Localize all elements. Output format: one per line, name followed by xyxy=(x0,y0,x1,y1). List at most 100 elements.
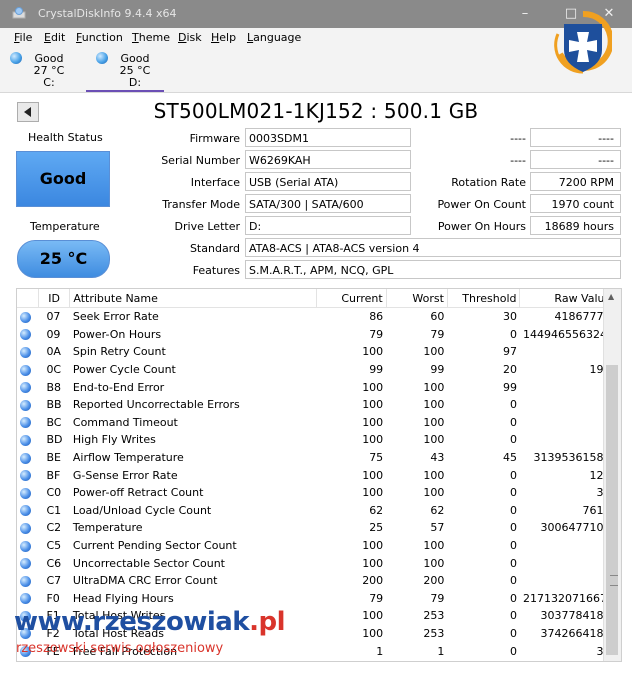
health-dot-icon xyxy=(96,52,108,64)
attribute-id: B8 xyxy=(46,380,61,394)
scroll-up-icon[interactable]: ▲ xyxy=(608,292,614,301)
worst-value: 79 xyxy=(430,327,445,341)
threshold-value: 0 xyxy=(509,398,517,412)
current-value: 25 xyxy=(369,521,384,535)
row-status-cell xyxy=(17,414,38,432)
threshold-value: 0 xyxy=(509,486,517,500)
table-row[interactable]: B8End-to-End Error100100990 xyxy=(17,378,621,396)
worst-value: 1 xyxy=(437,644,445,658)
menu-file[interactable]: File xyxy=(14,31,32,44)
temperature-badge[interactable]: 25 °C xyxy=(17,240,110,278)
row-status-cell xyxy=(17,466,38,484)
current-column-header[interactable]: Current xyxy=(316,289,387,308)
threshold-value: 0 xyxy=(509,574,517,588)
worst-value: 100 xyxy=(423,468,445,482)
worst-value: 253 xyxy=(423,609,445,623)
firmware-label: Firmware xyxy=(189,132,240,145)
threshold-value: 0 xyxy=(509,609,517,623)
table-row[interactable]: C7UltraDMA CRC Error Count20020000 xyxy=(17,572,621,590)
threshold-value: 0 xyxy=(509,415,517,429)
threshold-value: 99 xyxy=(502,380,517,394)
worst-value: 100 xyxy=(423,556,445,570)
status-dot-icon xyxy=(20,505,31,517)
current-value: 100 xyxy=(362,609,384,623)
table-row[interactable]: 0CPower Cycle Count9999201970 xyxy=(17,361,621,379)
worst-value: 100 xyxy=(423,380,445,394)
power-on-count-value: 1970 count xyxy=(530,194,621,213)
threshold-value: 0 xyxy=(509,521,517,535)
drive-tab-c[interactable]: Good 27 °C C: xyxy=(0,50,78,90)
status-dot-icon xyxy=(20,593,31,605)
status-dot-icon xyxy=(20,558,31,570)
smart-attribute-table[interactable]: ID Attribute Name Current Worst Threshol… xyxy=(16,288,622,662)
menu-function[interactable]: Function xyxy=(76,31,123,44)
worst-column-header[interactable]: Worst xyxy=(386,289,448,308)
standard-label: Standard xyxy=(189,242,240,255)
table-row[interactable]: C2 Temperature 25 57 0 30064771097 xyxy=(17,519,621,537)
features-value: S.M.A.R.T., APM, NCQ, GPL xyxy=(245,260,621,279)
worst-value: 100 xyxy=(423,433,445,447)
table-row[interactable]: BCCommand Timeout10010000 xyxy=(17,414,621,432)
attribute-id: 09 xyxy=(46,327,61,341)
current-value: 100 xyxy=(362,415,384,429)
attribute-id: BC xyxy=(46,415,62,429)
table-row[interactable]: C6Uncorrectable Sector Count10010000 xyxy=(17,554,621,572)
table-row[interactable]: 07 Seek Error Rate 86 60 30 418677728 xyxy=(17,308,621,326)
table-row[interactable]: C1 Load/Unload Cycle Count 62 62 0 76132 xyxy=(17,502,621,520)
health-status-badge[interactable]: Good xyxy=(16,151,110,207)
arrow-left-icon xyxy=(24,107,31,117)
previous-disk-button[interactable] xyxy=(17,102,39,122)
worst-value: 100 xyxy=(423,398,445,412)
attribute-id: C2 xyxy=(46,521,62,535)
menu-theme[interactable]: Theme xyxy=(132,31,170,44)
table-row[interactable]: BBReported Uncorrectable Errors10010000 xyxy=(17,396,621,414)
attribute-name: Seek Error Rate xyxy=(72,310,159,324)
table-row[interactable]: BE Airflow Temperature 75 43 45 313953615897 xyxy=(17,449,621,467)
attribute-name-column-header[interactable]: Attribute Name xyxy=(69,289,318,308)
threshold-value: 0 xyxy=(509,503,517,517)
menu-language[interactable]: Language xyxy=(247,31,301,44)
table-row[interactable]: C5Current Pending Sector Count10010000 xyxy=(17,537,621,555)
threshold-column-header[interactable]: Threshold xyxy=(447,289,521,308)
reserved-value-1: ---- xyxy=(530,128,621,147)
standard-value: ATA8-ACS | ATA8-ACS version 4 xyxy=(245,238,621,257)
interface-label: Interface xyxy=(190,176,240,189)
minimize-button[interactable]: – xyxy=(510,4,540,24)
attribute-name: Head Flying Hours xyxy=(72,591,174,605)
worst-value: 60 xyxy=(430,310,445,324)
reserved-label-2: ---- xyxy=(510,154,526,167)
table-scrollbar[interactable]: ▲ xyxy=(603,289,621,661)
menu-disk[interactable]: Disk xyxy=(178,31,202,44)
row-status-cell xyxy=(17,519,38,537)
worst-value: 100 xyxy=(423,345,445,359)
worst-value: 79 xyxy=(430,591,445,605)
attribute-id: 07 xyxy=(46,310,61,324)
attribute-name: High Fly Writes xyxy=(72,433,156,447)
table-row[interactable]: 09 Power-On Hours 79 79 0 144946556324... xyxy=(17,326,621,344)
drive-letter-label: Drive Letter xyxy=(174,220,240,233)
attribute-id: BD xyxy=(46,433,63,447)
status-column-header[interactable] xyxy=(17,289,39,308)
table-row[interactable]: C0Power-off Retract Count1001000350 xyxy=(17,484,621,502)
menu-help[interactable]: Help xyxy=(211,31,236,44)
attribute-id: C6 xyxy=(46,556,62,570)
status-dot-icon xyxy=(20,399,31,411)
attribute-name: Power Cycle Count xyxy=(72,363,176,377)
status-dot-icon xyxy=(20,417,31,429)
table-row[interactable]: F0 Head Flying Hours 79 79 0 217132071667... xyxy=(17,590,621,608)
threshold-value: 0 xyxy=(509,626,517,640)
table-row[interactable]: BFG-Sense Error Rate10010001211 xyxy=(17,466,621,484)
scroll-thumb[interactable] xyxy=(606,365,618,655)
power-on-hours-label: Power On Hours xyxy=(437,220,526,233)
transfer-mode-label: Transfer Mode xyxy=(162,198,240,211)
transfer-mode-value: SATA/300 | SATA/600 xyxy=(245,194,411,213)
worst-value: 253 xyxy=(423,626,445,640)
firmware-value: 0003SDM1 xyxy=(245,128,411,147)
table-row[interactable]: 0ASpin Retry Count100100970 xyxy=(17,343,621,361)
menu-edit[interactable]: Edit xyxy=(44,31,65,44)
id-column-header[interactable]: ID xyxy=(38,289,71,308)
drive-letter-value: D: xyxy=(245,216,411,235)
attribute-name: Reported Uncorrectable Errors xyxy=(72,398,240,412)
drive-tab-d[interactable]: Good 25 °C D: xyxy=(86,50,164,92)
table-row[interactable]: BDHigh Fly Writes10010000 xyxy=(17,431,621,449)
